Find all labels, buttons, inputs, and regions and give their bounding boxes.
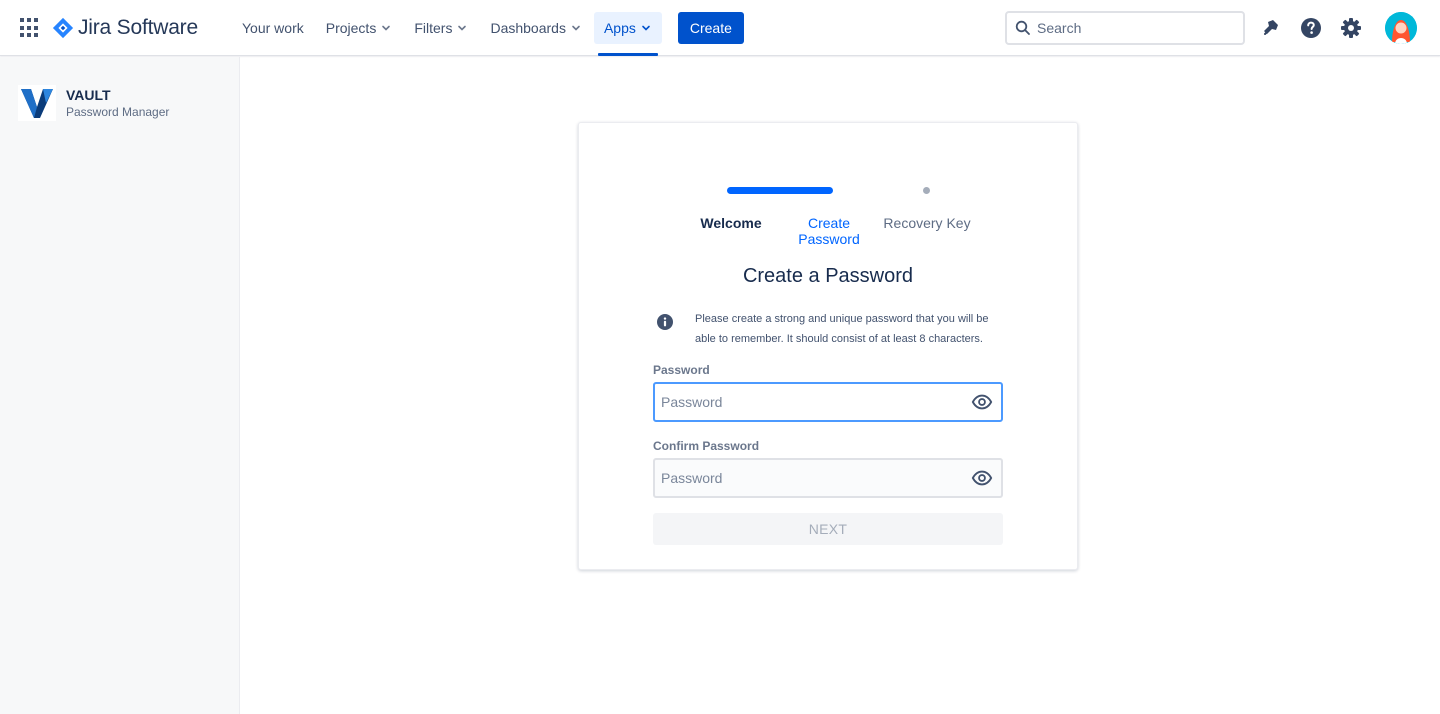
notifications-icon[interactable] [1259, 16, 1283, 40]
jira-logo[interactable]: Jira Software [52, 14, 198, 42]
step-recovery-key: Recovery Key [883, 215, 971, 231]
info-message: Please create a strong and unique passwo… [657, 309, 997, 349]
next-button[interactable]: NEXT [653, 513, 1003, 545]
help-icon[interactable] [1299, 16, 1323, 40]
chevron-down-icon [642, 25, 650, 31]
step-progress-bar [727, 187, 833, 194]
confirm-password-label: Confirm Password [653, 439, 760, 453]
search-icon [1015, 20, 1030, 35]
nav-dashboards[interactable]: Dashboards [480, 12, 592, 44]
app-switcher-icon[interactable] [20, 18, 40, 38]
nav-label: Dashboards [490, 20, 566, 36]
password-field [653, 382, 1003, 422]
info-icon [657, 314, 673, 330]
top-navigation: Jira Software Your work Projects Filters… [0, 0, 1440, 56]
create-button[interactable]: Create [677, 12, 744, 44]
confirm-password-field [653, 458, 1003, 498]
nav-label: Your work [242, 20, 304, 36]
app-subtitle: Password Manager [66, 105, 170, 119]
vault-app-header[interactable]: VAULT Password Manager [18, 85, 169, 121]
nav-your-work[interactable]: Your work [232, 12, 314, 44]
nav-label: Projects [325, 20, 377, 36]
password-input[interactable] [655, 384, 971, 420]
eye-icon[interactable] [971, 467, 993, 489]
create-password-card: Welcome Create Password Recovery Key Cre… [578, 122, 1078, 570]
primary-nav: Your work Projects Filters Dashboards Ap… [232, 0, 744, 56]
jira-logo-icon [52, 17, 74, 39]
password-label: Password [653, 363, 710, 377]
nav-filters[interactable]: Filters [404, 12, 478, 44]
search-input[interactable] [1037, 20, 1227, 36]
page-title: Create a Password [742, 265, 914, 287]
product-name: Jira Software [78, 16, 198, 39]
user-avatar-icon [1385, 12, 1417, 44]
sidebar: VAULT Password Manager [0, 57, 240, 714]
confirm-password-input[interactable] [655, 460, 971, 496]
settings-icon[interactable] [1339, 16, 1363, 40]
eye-icon[interactable] [971, 391, 993, 413]
nav-label: Filters [414, 20, 453, 36]
info-text: Please create a strong and unique passwo… [695, 313, 989, 345]
nav-label: Apps [603, 20, 636, 36]
step-dot-upcoming [923, 187, 930, 194]
chevron-down-icon [572, 25, 580, 31]
app-title: VAULT [66, 87, 111, 103]
nav-apps[interactable]: Apps [593, 12, 662, 56]
vault-logo-icon [18, 85, 56, 121]
nav-projects[interactable]: Projects [316, 12, 403, 44]
search-box[interactable] [1005, 11, 1245, 45]
step-create-password: Create Password [798, 215, 860, 247]
chevron-down-icon [382, 25, 391, 31]
step-welcome: Welcome [700, 215, 762, 231]
avatar[interactable] [1385, 12, 1417, 44]
chevron-down-icon [458, 25, 467, 31]
